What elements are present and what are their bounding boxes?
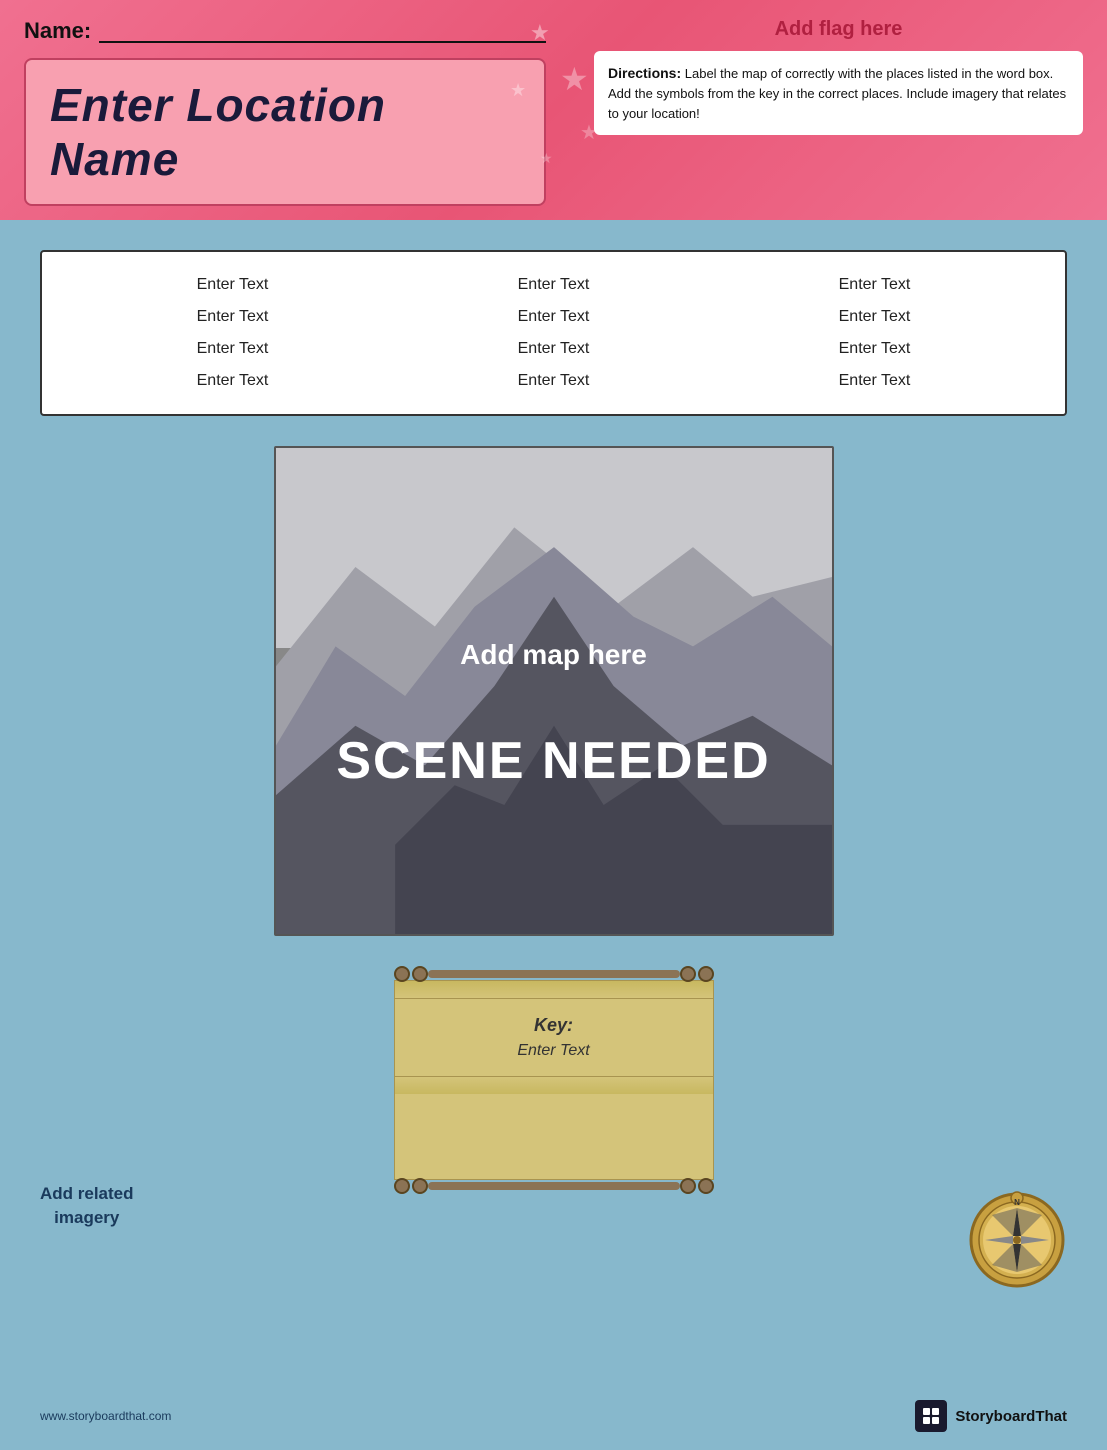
word-item-11[interactable]: Enter Text (393, 368, 714, 394)
word-item-10[interactable]: Enter Text (72, 368, 393, 394)
directions-label: Directions: (608, 65, 681, 81)
name-label: Name: (24, 18, 91, 44)
top-rod-bar (428, 970, 680, 978)
bottom-left-knobs (394, 1178, 428, 1194)
scroll-area: Key: Enter Text (394, 966, 714, 1194)
name-row: Name: (24, 18, 546, 44)
word-item-4[interactable]: Enter Text (72, 304, 393, 330)
header-right: Add flag here Directions: Label the map … (570, 0, 1107, 220)
top-right-knobs (680, 966, 714, 982)
location-box[interactable]: Enter Location Name (24, 58, 546, 206)
brand-icon (915, 1400, 947, 1432)
main-content: Enter Text Enter Text Enter Text Enter T… (0, 220, 1107, 1450)
directions-box: Directions: Label the map of correctly w… (594, 51, 1083, 135)
bottom-right-knob-2 (698, 1178, 714, 1194)
top-left-knob-2 (412, 966, 428, 982)
bottom-left-knob-1 (394, 1178, 410, 1194)
scroll-top-rod (394, 966, 714, 982)
scene-needed-text: SCENE NEEDED (336, 732, 770, 790)
brand-name: StoryboardThat (955, 1408, 1067, 1425)
compass-area: N (967, 1190, 1067, 1290)
scroll-bottom-curl (395, 1076, 713, 1094)
word-item-5[interactable]: Enter Text (393, 304, 714, 330)
word-box: Enter Text Enter Text Enter Text Enter T… (40, 250, 1067, 416)
word-item-9[interactable]: Enter Text (714, 336, 1035, 362)
footer: www.storyboardthat.com StoryboardThat (0, 1400, 1107, 1432)
header: Name: Enter Location Name ★ ★ ★ ★ ★ Add … (0, 0, 1107, 220)
name-underline-field[interactable] (99, 19, 546, 43)
scroll-top-curl (395, 981, 713, 999)
word-item-2[interactable]: Enter Text (393, 272, 714, 298)
scroll-bottom-rod (394, 1178, 714, 1194)
word-item-1[interactable]: Enter Text (72, 272, 393, 298)
top-right-knob-1 (680, 966, 696, 982)
bottom-left-knob-2 (412, 1178, 428, 1194)
bottom-rod-bar (428, 1182, 680, 1190)
scroll-body: Key: Enter Text (394, 980, 714, 1180)
top-left-knobs (394, 966, 428, 982)
map-container[interactable]: Add map here SCENE NEEDED (274, 446, 834, 936)
key-enter-text[interactable]: Enter Text (425, 1042, 683, 1060)
word-item-12[interactable]: Enter Text (714, 368, 1035, 394)
add-map-text: Add map here (336, 639, 770, 671)
svg-text:N: N (1014, 1198, 1020, 1207)
compass-icon: N (967, 1190, 1067, 1290)
word-item-8[interactable]: Enter Text (393, 336, 714, 362)
bottom-right-knobs (680, 1178, 714, 1194)
word-item-3[interactable]: Enter Text (714, 272, 1035, 298)
word-item-7[interactable]: Enter Text (72, 336, 393, 362)
bottom-right-knob-1 (680, 1178, 696, 1194)
add-imagery-label[interactable]: Add related imagery (40, 1182, 134, 1230)
key-title: Key: (425, 1015, 683, 1036)
word-item-6[interactable]: Enter Text (714, 304, 1035, 330)
top-right-knob-2 (698, 966, 714, 982)
header-left: Name: Enter Location Name (0, 0, 570, 220)
location-name: Enter Location Name (50, 78, 520, 186)
storyboard-brand: StoryboardThat (915, 1400, 1067, 1432)
flag-placeholder[interactable]: Add flag here (594, 18, 1083, 41)
map-text-overlay: Add map here SCENE NEEDED (336, 639, 770, 791)
top-left-knob-1 (394, 966, 410, 982)
footer-url: www.storyboardthat.com (40, 1409, 171, 1423)
